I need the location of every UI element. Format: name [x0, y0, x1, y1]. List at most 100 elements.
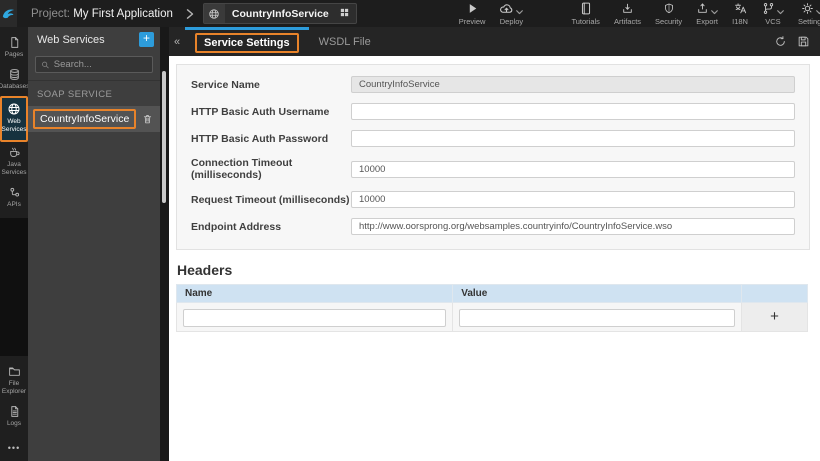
headers-section-title: Headers — [177, 262, 233, 278]
request-timeout-label: Request Timeout (milliseconds) — [191, 193, 350, 206]
book-icon — [580, 2, 592, 15]
trash-icon[interactable] — [142, 113, 153, 125]
security-button[interactable]: Security — [655, 2, 682, 26]
refresh-icon[interactable] — [774, 35, 787, 48]
sidebar-more-button[interactable]: ••• — [0, 437, 28, 461]
api-connector-icon — [9, 187, 19, 197]
coffee-icon — [9, 147, 19, 157]
chevron-down-icon — [711, 9, 719, 15]
i18n-label: I18N — [732, 16, 748, 26]
app-window: Project: My First Application CountryInf… — [0, 0, 820, 461]
auth-password-input[interactable] — [351, 130, 795, 147]
headers-table-row: + — [175, 302, 808, 332]
globe-icon — [203, 4, 225, 23]
sidebar-item-databases[interactable]: Databases — [0, 64, 30, 96]
collapse-panel-button[interactable]: « — [169, 27, 185, 56]
service-list-item[interactable]: CountryInfoService — [28, 106, 160, 132]
project-breadcrumb: Project: My First Application — [31, 8, 173, 20]
header-col-value: Value — [452, 284, 742, 303]
form-row-endpoint-address: Endpoint Address — [191, 218, 795, 235]
service-item-name[interactable]: CountryInfoService — [33, 109, 137, 129]
artifacts-button[interactable]: Artifacts — [614, 2, 641, 26]
web-services-panel: Web Services + SOAP SERVICE CountryInfoS… — [28, 27, 160, 461]
endpoint-address-input[interactable] — [351, 218, 795, 235]
sidebar-label-databases: Databases — [0, 83, 30, 91]
search-box[interactable] — [35, 56, 153, 73]
tutorials-button[interactable]: Tutorials — [571, 2, 600, 26]
sidebar-label-logs: Logs — [6, 419, 22, 427]
auth-username-label: HTTP Basic Auth Username — [191, 105, 330, 118]
sidebar-spacer — [0, 217, 28, 356]
vcs-button[interactable]: VCS — [762, 2, 784, 26]
connection-timeout-label: Connection Timeout (milliseconds) — [191, 157, 293, 181]
top-bar: Project: My First Application CountryInf… — [0, 0, 820, 27]
header-name-input[interactable] — [183, 308, 447, 327]
search-icon — [42, 61, 49, 68]
chevron-down-icon — [815, 9, 820, 15]
soap-service-section-label: SOAP SERVICE — [37, 89, 113, 100]
sidebar-label-pages: Pages — [4, 51, 24, 58]
search-input[interactable] — [53, 59, 147, 70]
deploy-label: Deploy — [499, 16, 524, 26]
project-label: Project: — [31, 7, 70, 20]
sidebar-label-file-explorer: File Explorer — [1, 379, 27, 395]
sidebar-top-group: Pages Databases Web Services Java Servic… — [0, 27, 30, 218]
form-row-request-timeout: Request Timeout (milliseconds) — [191, 191, 795, 208]
settings-label: Settings — [797, 16, 820, 26]
headers-table-head-row: Name Value — [175, 284, 808, 303]
add-header-button[interactable]: + — [741, 302, 808, 332]
tabbar-actions — [774, 27, 820, 56]
content-area: « Service Settings WSDL File Service Nam… — [169, 27, 820, 461]
content-tab-bar: « Service Settings WSDL File — [169, 27, 820, 56]
header-name-cell — [175, 302, 454, 332]
export-label: Export — [696, 16, 718, 26]
tab-wsdl-file-label: WSDL File — [318, 35, 371, 48]
sidebar-item-web-services[interactable]: Web Services — [0, 96, 28, 142]
form-row-connection-timeout: Connection Timeout (milliseconds) — [191, 157, 795, 181]
sidebar-bottom-group: File Explorer Logs — [0, 355, 28, 437]
gear-icon — [801, 2, 814, 15]
upload-tray-icon — [696, 2, 709, 15]
service-name-input — [351, 76, 795, 93]
app-logo[interactable] — [0, 0, 17, 27]
apps-grid-icon[interactable] — [339, 5, 350, 23]
auth-username-input[interactable] — [351, 103, 795, 120]
connection-timeout-input[interactable] — [351, 160, 795, 178]
preview-button[interactable]: Preview — [458, 2, 486, 26]
page-icon — [10, 37, 18, 48]
play-icon — [466, 2, 479, 15]
form-row-auth-password: HTTP Basic Auth Password — [191, 130, 795, 147]
form-row-service-name: Service Name — [191, 76, 795, 93]
vertical-scrollbar[interactable] — [162, 71, 166, 203]
tab-service-settings[interactable]: Service Settings — [185, 27, 309, 56]
sidebar-label-apis: APIs — [7, 200, 21, 208]
open-service-tab[interactable]: CountryInfoService — [202, 3, 357, 24]
sidebar-item-pages[interactable]: Pages — [0, 32, 28, 64]
tab-wsdl-file[interactable]: WSDL File — [309, 27, 381, 56]
preview-label: Preview — [458, 16, 486, 26]
save-icon[interactable] — [797, 35, 810, 48]
database-icon — [9, 69, 19, 80]
sidebar-item-apis[interactable]: APIs — [0, 182, 28, 214]
endpoint-address-label: Endpoint Address — [191, 220, 282, 233]
settings-button[interactable]: Settings — [798, 2, 820, 26]
sidebar-item-java-services[interactable]: Java Services — [0, 142, 28, 182]
sidebar-item-file-explorer[interactable]: File Explorer — [0, 361, 28, 401]
header-col-name: Name — [175, 284, 454, 303]
header-value-input[interactable] — [459, 308, 735, 327]
i18n-button[interactable]: I18N — [732, 2, 748, 26]
header-col-action — [741, 284, 808, 303]
tutorials-label: Tutorials — [571, 16, 600, 26]
tab-service-settings-label: Service Settings — [195, 33, 299, 53]
panel-search-row — [28, 52, 160, 81]
chevron-down-icon — [777, 9, 784, 15]
service-tab-label: CountryInfoService — [231, 7, 329, 20]
sidebar-item-logs[interactable]: Logs — [0, 401, 28, 433]
headers-table: Name Value + — [175, 284, 808, 332]
export-button[interactable]: Export — [696, 2, 719, 26]
shield-icon — [663, 2, 675, 15]
add-service-button[interactable]: + — [139, 32, 154, 47]
request-timeout-input[interactable] — [351, 191, 795, 208]
translate-icon — [734, 2, 747, 15]
deploy-button[interactable]: Deploy — [499, 2, 524, 26]
